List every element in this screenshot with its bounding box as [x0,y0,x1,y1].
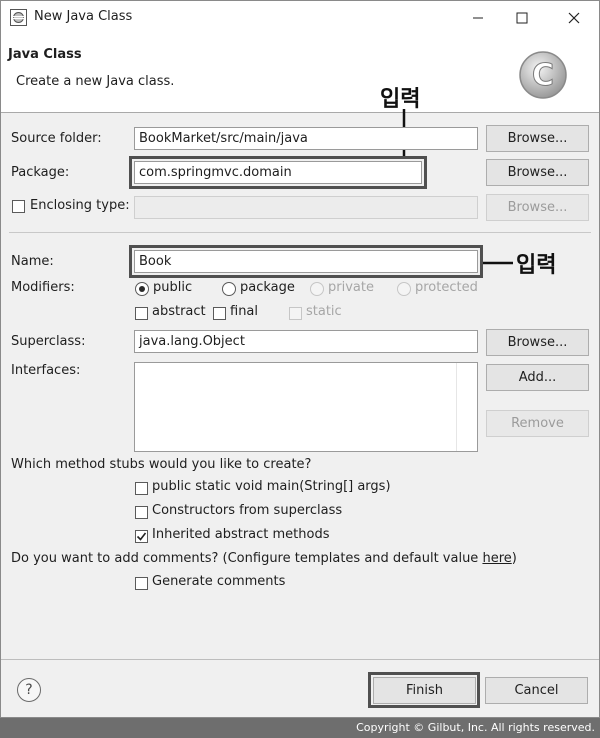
modifier-final-checkbox[interactable] [213,307,226,320]
logo-letter: C [532,58,554,93]
modifier-final-label: final [230,304,259,319]
modifier-public-label: public [153,280,193,295]
modifier-package-label: package [240,280,295,295]
stub-inherited-label: Inherited abstract methods [152,527,330,542]
modifier-static-checkbox[interactable] [289,307,302,320]
source-folder-browse-button[interactable]: Browse... [486,125,589,152]
stub-main-checkbox[interactable] [135,482,148,495]
source-folder-input[interactable]: BookMarket/src/main/java [134,127,478,150]
package-browse-button[interactable]: Browse... [486,159,589,186]
method-stubs-question: Which method stubs would you like to cre… [11,457,312,472]
superclass-browse-button[interactable]: Browse... [486,329,589,356]
enclosing-type-input[interactable] [134,196,478,219]
help-icon: ? [25,682,33,698]
superclass-label: Superclass: [11,334,86,349]
stub-inherited-checkbox[interactable] [135,530,148,543]
package-label: Package: [11,165,70,180]
copyright-bar: Copyright © Gilbut, Inc. All rights rese… [0,718,600,738]
button-bar-separator [1,659,599,660]
minimize-button[interactable] [455,1,501,35]
comments-question-text: Do you want to add comments? (Configure … [11,551,483,566]
comments-question-suffix: ) [511,551,517,566]
modifier-static-label: static [306,304,342,319]
enclosing-type-label: Enclosing type: [30,198,130,213]
window-title: New Java Class [34,9,133,24]
modifier-package-radio[interactable] [222,282,236,296]
modifier-abstract-checkbox[interactable] [135,307,148,320]
java-class-wizard-icon: C [519,51,567,99]
stub-main-label: public static void main(String[] args) [152,479,391,494]
superclass-input[interactable]: java.lang.Object [134,330,478,353]
copyright-text: Copyright © Gilbut, Inc. All rights rese… [356,721,595,734]
modifier-public-radio[interactable] [135,282,149,296]
enclosing-type-browse-button[interactable]: Browse... [486,194,589,221]
modifier-private-label: private [328,280,374,295]
finish-button[interactable]: Finish [373,677,476,704]
package-input[interactable]: com.springmvc.domain [134,161,422,184]
interfaces-add-button[interactable]: Add... [486,364,589,391]
generate-comments-checkbox[interactable] [135,577,148,590]
wizard-subtitle: Create a new Java class. [16,74,175,89]
wizard-header: Java Class Create a new Java class. C [1,35,599,113]
interfaces-list-scrollbar-track [456,363,457,451]
name-annotation: 입력 [516,253,557,278]
maximize-icon [516,12,528,24]
modifiers-label: Modifiers: [11,280,75,295]
name-annotation-line [483,261,513,265]
wizard-title: Java Class [8,47,82,62]
interfaces-label: Interfaces: [11,363,81,378]
close-icon [568,12,580,24]
interfaces-list[interactable] [134,362,478,452]
stub-constructors-label: Constructors from superclass [152,503,343,518]
eclipse-window-icon [10,9,27,26]
cancel-button[interactable]: Cancel [485,677,588,704]
interfaces-remove-button[interactable]: Remove [486,410,589,437]
enclosing-type-checkbox[interactable] [12,200,25,213]
modifier-protected-label: protected [415,280,478,295]
checkmark-icon [136,532,147,541]
new-java-class-dialog: New Java Class Java Class Create a new J… [0,0,600,718]
close-button[interactable] [551,1,597,35]
section-separator [9,232,591,233]
source-folder-label: Source folder: [11,131,102,146]
maximize-button[interactable] [499,1,545,35]
radio-selected-dot [139,286,145,292]
title-bar: New Java Class [1,1,599,35]
modifier-private-radio[interactable] [310,282,324,296]
stub-constructors-checkbox[interactable] [135,506,148,519]
name-input[interactable]: Book [134,250,478,273]
generate-comments-label: Generate comments [152,574,286,589]
help-button[interactable]: ? [17,678,41,702]
name-label: Name: [11,254,54,269]
comments-question: Do you want to add comments? (Configure … [11,551,517,566]
modifier-protected-radio[interactable] [397,282,411,296]
minimize-icon [473,17,483,19]
modifier-abstract-label: abstract [152,304,206,319]
configure-templates-link[interactable]: here [482,551,511,566]
